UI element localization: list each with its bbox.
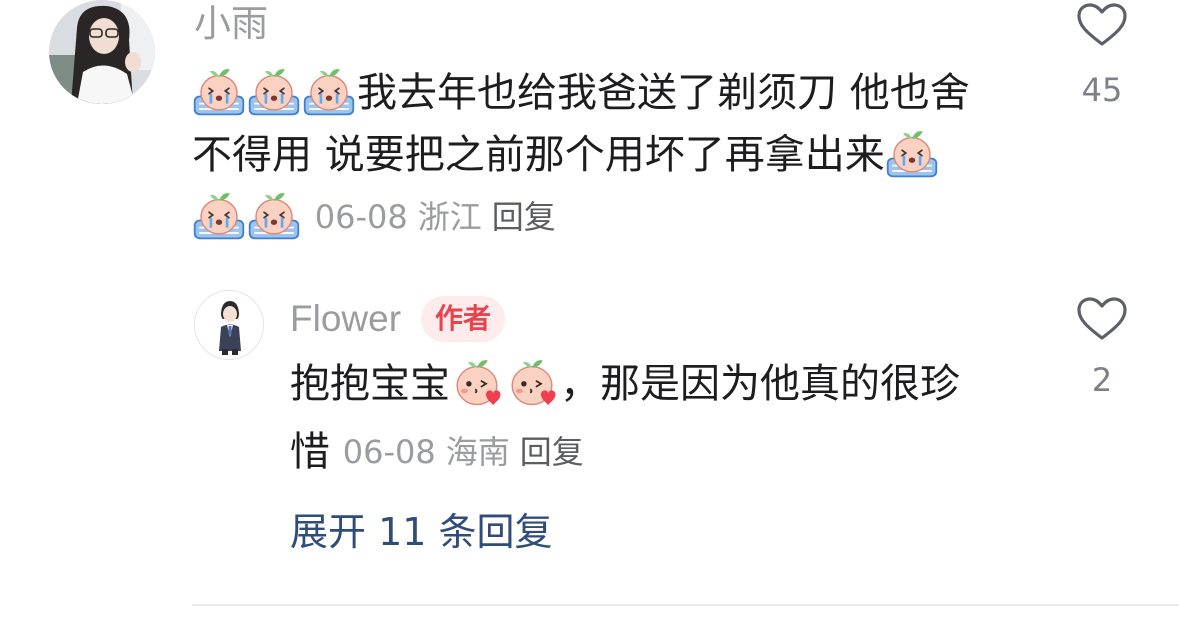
crying-face-emoji-1	[192, 64, 246, 118]
comment-like-count: 45	[1081, 71, 1123, 109]
comment-thread: 小雨 我去年也给我爸送了剃须刀 他也舍 不得用 说要把之前那个用坏了再拿出来 0…	[0, 0, 1179, 635]
reply-reply-button[interactable]: 回复	[520, 433, 584, 471]
heart-icon[interactable]	[1076, 296, 1128, 342]
crying-face-emoji-2	[247, 64, 301, 118]
comment-text-line2: 不得用 说要把之前那个用坏了再拿出来	[192, 132, 885, 178]
reply-text-part2: ，那是因为他真的很珍	[560, 361, 960, 407]
reply-author-name[interactable]: Flower	[290, 298, 401, 340]
kiss-heart-emoji-1	[450, 355, 504, 409]
crying-face-emoji-3	[302, 64, 356, 118]
comment-date: 06-08	[314, 198, 408, 236]
reply-avatar[interactable]	[194, 290, 264, 360]
comment-like: 45	[1072, 2, 1132, 110]
avatar-photo	[49, 0, 155, 104]
reply-text-part1: 抱抱宝宝	[290, 361, 450, 407]
reply-location: 海南	[445, 433, 510, 471]
reply-date: 06-08	[342, 433, 436, 471]
divider	[192, 604, 1179, 606]
reply-header: Flower 作者	[290, 294, 506, 344]
avatar[interactable]	[49, 0, 155, 104]
reply-like: 2	[1072, 296, 1132, 400]
reply-like-count: 2	[1091, 361, 1113, 399]
comment-author-name[interactable]: 小雨	[194, 2, 268, 46]
avatar-illustration	[195, 291, 263, 359]
kiss-heart-emoji-2	[505, 355, 559, 409]
comment-text-line1: 我去年也给我爸送了剃须刀 他也舍	[357, 70, 970, 116]
comment-location: 浙江	[417, 198, 482, 236]
reply-meta: 06-08 海南 回复	[343, 433, 584, 471]
comment-meta: 06-08 浙江 回复	[315, 198, 556, 236]
crying-face-emoji-6	[247, 188, 301, 242]
comment-reply-button[interactable]: 回复	[492, 198, 556, 236]
reply-text-part3: 惜	[290, 429, 330, 475]
reply-body: 抱抱宝宝 ，那是因为他真的很珍 惜 06-08 海南 回复	[290, 350, 1010, 486]
crying-face-emoji-4	[885, 126, 939, 180]
expand-replies-link[interactable]: 展开 11 条回复	[290, 506, 553, 558]
heart-icon[interactable]	[1076, 2, 1128, 48]
comment-body: 我去年也给我爸送了剃须刀 他也舍 不得用 说要把之前那个用坏了再拿出来 06-0…	[192, 62, 1022, 248]
crying-face-emoji-5	[192, 188, 246, 242]
author-badge: 作者	[421, 296, 506, 342]
